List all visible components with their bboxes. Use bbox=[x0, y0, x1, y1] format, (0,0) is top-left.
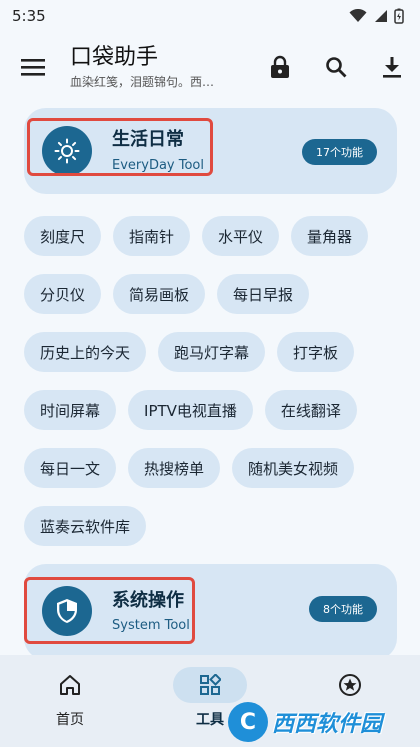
download-button[interactable] bbox=[364, 39, 420, 95]
category-card-system[interactable]: 系统操作 System Tool 8个功能 bbox=[24, 564, 397, 655]
brightness-icon bbox=[54, 138, 80, 164]
category-count-badge: 17个功能 bbox=[302, 139, 377, 165]
tool-chip[interactable]: 跑马灯字幕 bbox=[158, 332, 266, 372]
tool-chip[interactable]: 在线翻译 bbox=[264, 390, 357, 430]
nav-item-home[interactable]: 首页 bbox=[0, 655, 140, 747]
security-shield-icon bbox=[57, 599, 77, 623]
lock-icon bbox=[271, 55, 289, 78]
bottom-navigation: 首页 工具 bbox=[0, 655, 420, 747]
tool-chip[interactable]: 历史上的今天 bbox=[24, 332, 147, 372]
status-time: 5:35 bbox=[12, 7, 46, 25]
app-bar: 口袋助手 血染红笺，泪题锦句。西… bbox=[0, 32, 420, 102]
tool-chip[interactable]: 水平仪 bbox=[202, 216, 280, 256]
tool-chip[interactable]: 每日一文 bbox=[24, 448, 117, 488]
category-name: 系统操作 bbox=[112, 590, 184, 611]
category-icon-system bbox=[42, 586, 92, 636]
menu-button[interactable] bbox=[0, 39, 66, 95]
tool-chip[interactable]: 刻度尺 bbox=[24, 216, 102, 256]
nav-icon-container bbox=[173, 667, 247, 703]
tool-chip-list: 刻度尺 指南针 水平仪 量角器 分贝仪 简易画板 每日早报 历史上的今天 跑马灯… bbox=[24, 216, 404, 546]
search-icon bbox=[326, 57, 347, 78]
category-count-badge: 8个功能 bbox=[309, 596, 377, 622]
nav-label: 工具 bbox=[196, 712, 224, 728]
nav-icon-container bbox=[313, 667, 387, 703]
category-card-everyday[interactable]: 生活日常 EveryDay Tool 17个功能 bbox=[24, 108, 397, 194]
tool-chip[interactable]: IPTV电视直播 bbox=[128, 390, 253, 430]
download-icon bbox=[383, 57, 401, 78]
nav-icon-container bbox=[33, 667, 107, 703]
tool-chip[interactable]: 时间屏幕 bbox=[24, 390, 117, 430]
tool-chip[interactable]: 热搜榜单 bbox=[128, 448, 221, 488]
nav-item-tools[interactable]: 工具 bbox=[140, 655, 280, 747]
status-bar: 5:35 bbox=[0, 0, 420, 32]
tool-chip[interactable]: 简易画板 bbox=[113, 274, 206, 314]
hamburger-menu-icon bbox=[21, 59, 45, 76]
tool-chip[interactable]: 随机美女视频 bbox=[232, 448, 355, 488]
app-subtitle: 血染红笺，泪题锦句。西… bbox=[70, 75, 215, 89]
home-icon bbox=[60, 675, 80, 695]
search-button[interactable] bbox=[308, 39, 364, 95]
tool-chip[interactable]: 量角器 bbox=[291, 216, 369, 256]
tool-chip[interactable]: 每日早报 bbox=[217, 274, 310, 314]
widgets-icon bbox=[200, 674, 221, 695]
category-english-name: EveryDay Tool bbox=[112, 158, 204, 173]
tool-chip[interactable]: 蓝奏云软件库 bbox=[24, 506, 147, 546]
app-title: 口袋助手 bbox=[70, 45, 159, 70]
nav-label: 首页 bbox=[56, 712, 84, 728]
battery-icon bbox=[394, 8, 404, 24]
app-title-block: 口袋助手 血染红笺，泪题锦句。西… bbox=[66, 43, 252, 91]
status-icons bbox=[349, 8, 404, 24]
tool-list[interactable]: 生活日常 EveryDay Tool 17个功能 刻度尺 指南针 水平仪 量角器… bbox=[0, 102, 420, 655]
nav-item-more[interactable] bbox=[280, 655, 420, 747]
tool-chip[interactable]: 指南针 bbox=[113, 216, 191, 256]
category-icon-everyday bbox=[42, 126, 92, 176]
category-name: 生活日常 bbox=[112, 129, 184, 150]
category-english-name: System Tool bbox=[112, 618, 190, 633]
wifi-icon bbox=[349, 9, 367, 22]
tool-chip[interactable]: 打字板 bbox=[277, 332, 355, 372]
tool-chip[interactable]: 分贝仪 bbox=[24, 274, 102, 314]
lock-button[interactable] bbox=[252, 39, 308, 95]
signal-icon bbox=[375, 10, 387, 22]
star-badge-icon bbox=[339, 674, 361, 696]
